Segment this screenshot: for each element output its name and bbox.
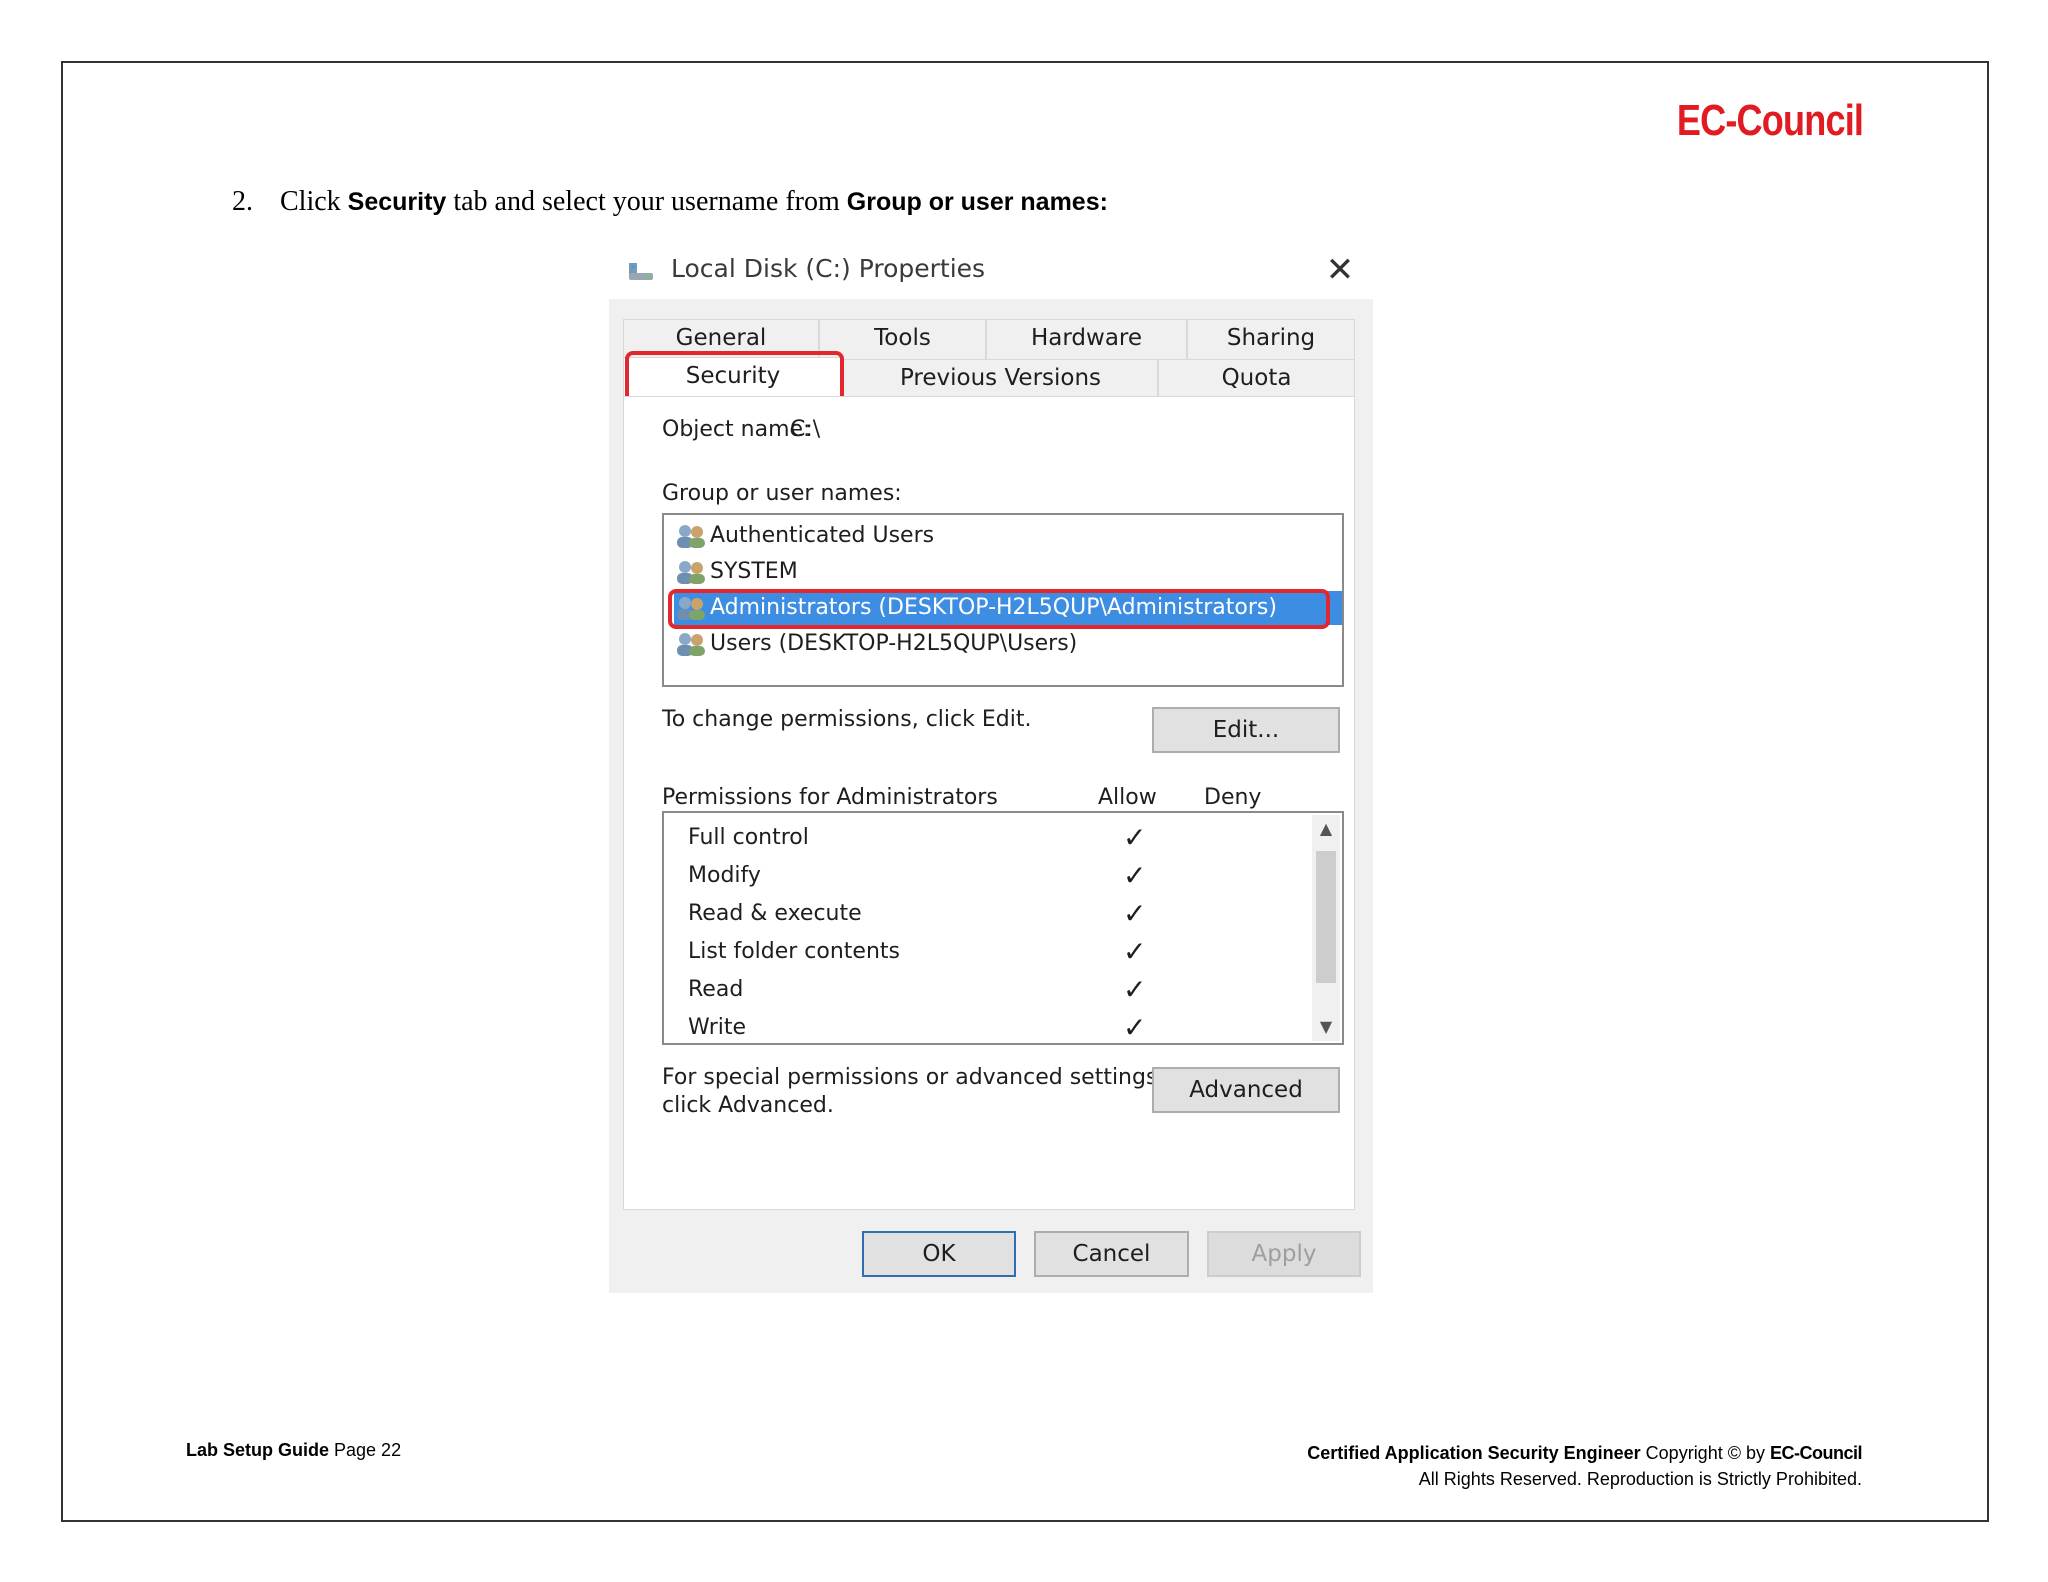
object-name-value: C:\ bbox=[790, 417, 821, 442]
tab-hardware[interactable]: Hardware bbox=[986, 319, 1187, 359]
edit-button[interactable]: Edit... bbox=[1152, 707, 1340, 753]
scroll-thumb[interactable] bbox=[1316, 851, 1336, 983]
properties-dialog: Local Disk (C:) Properties ✕ General Too… bbox=[609, 243, 1373, 1293]
permission-row: Read & execute ✓ bbox=[688, 895, 1308, 933]
check-icon: ✓ bbox=[1123, 973, 1147, 1006]
list-item[interactable]: Authenticated Users bbox=[674, 519, 1329, 553]
chevron-up-icon[interactable]: ▲ bbox=[1312, 815, 1340, 843]
permissions-label: Permissions for Administrators bbox=[662, 785, 998, 810]
allow-header: Allow bbox=[1098, 785, 1157, 810]
permissions-list[interactable]: Full control ✓ Modify ✓ Read & execute ✓ Li… bbox=[662, 811, 1344, 1045]
list-item[interactable]: SYSTEM bbox=[674, 555, 1329, 589]
change-permissions-text: To change permissions, click Edit. bbox=[662, 707, 1032, 732]
cancel-button[interactable]: Cancel bbox=[1034, 1231, 1189, 1277]
permission-name: List folder contents bbox=[688, 939, 900, 964]
tab-quota[interactable]: Quota bbox=[1158, 359, 1355, 397]
ok-button[interactable]: OK bbox=[862, 1231, 1016, 1277]
permission-row: Modify ✓ bbox=[688, 857, 1308, 895]
footer-logo: EC-Council bbox=[1770, 1443, 1863, 1463]
check-icon: ✓ bbox=[1123, 821, 1147, 854]
instruction-step: 2. Click Security tab and select your use… bbox=[232, 186, 1108, 218]
security-panel: Object name: C:\ Group or user names: Au… bbox=[623, 396, 1355, 1210]
close-icon[interactable]: ✕ bbox=[1317, 247, 1363, 293]
drive-icon bbox=[629, 263, 653, 280]
footer-page: Page 22 bbox=[329, 1440, 402, 1460]
deny-header: Deny bbox=[1204, 785, 1262, 810]
footer-copyright-line: Certified Application Security Engineer … bbox=[1307, 1440, 1862, 1466]
object-name-label: Object name: bbox=[662, 417, 811, 442]
footer-right: Certified Application Security Engineer … bbox=[1307, 1440, 1862, 1492]
permission-name: Read bbox=[688, 977, 744, 1002]
check-icon: ✓ bbox=[1123, 935, 1147, 968]
instruction-group: Group or user names: bbox=[846, 188, 1108, 216]
tab-previous-versions[interactable]: Previous Versions bbox=[843, 359, 1158, 397]
list-item[interactable]: Users (DESKTOP-H2L5QUP\Users) bbox=[674, 627, 1329, 661]
check-icon: ✓ bbox=[1123, 859, 1147, 892]
ec-council-logo: EC-Council bbox=[1676, 96, 1864, 145]
special-permissions-text-1: For special permissions or advanced sett… bbox=[662, 1065, 1165, 1090]
check-icon: ✓ bbox=[1123, 1011, 1147, 1044]
check-icon: ✓ bbox=[1123, 897, 1147, 930]
advanced-button[interactable]: Advanced bbox=[1152, 1067, 1340, 1113]
users-icon bbox=[677, 633, 705, 656]
users-icon bbox=[677, 561, 705, 584]
instruction-security: Security bbox=[347, 188, 447, 216]
user-name: Users (DESKTOP-H2L5QUP\Users) bbox=[710, 631, 1078, 656]
permission-name: Read & execute bbox=[688, 901, 862, 926]
dialog-title: Local Disk (C:) Properties bbox=[671, 254, 986, 283]
user-list[interactable]: Authenticated Users SYSTEM Administrator… bbox=[662, 513, 1344, 687]
chevron-down-icon[interactable]: ▼ bbox=[1312, 1013, 1340, 1041]
permissions-scrollbar[interactable]: ▲ ▼ bbox=[1312, 815, 1340, 1041]
footer-rights: All Rights Reserved. Reproduction is Str… bbox=[1418, 1469, 1862, 1489]
footer-left: Lab Setup Guide Page 22 bbox=[186, 1440, 401, 1461]
step-number: 2. bbox=[232, 186, 253, 217]
permission-row: Read ✓ bbox=[688, 971, 1308, 1009]
permission-row: List folder contents ✓ bbox=[688, 933, 1308, 971]
administrators-highlight bbox=[668, 589, 1330, 629]
apply-button[interactable]: Apply bbox=[1207, 1231, 1361, 1277]
tab-tools[interactable]: Tools bbox=[819, 319, 986, 359]
special-permissions-text-2: click Advanced. bbox=[662, 1093, 834, 1118]
user-name: Authenticated Users bbox=[710, 523, 935, 548]
dialog-titlebar: Local Disk (C:) Properties ✕ bbox=[609, 243, 1373, 299]
footer-guide: Lab Setup Guide bbox=[186, 1440, 330, 1460]
users-icon bbox=[677, 525, 705, 548]
permission-row: Write ✓ bbox=[688, 1009, 1308, 1047]
footer-course: Certified Application Security Engineer bbox=[1307, 1443, 1641, 1463]
group-label: Group or user names: bbox=[662, 481, 902, 506]
user-name: SYSTEM bbox=[710, 559, 798, 584]
permission-row: Full control ✓ bbox=[688, 819, 1308, 857]
instruction-text-1: Click bbox=[280, 186, 348, 217]
tab-sharing[interactable]: Sharing bbox=[1187, 319, 1355, 359]
instruction-text-2: tab and select your username from bbox=[446, 186, 847, 217]
permission-name: Write bbox=[688, 1015, 747, 1040]
permission-name: Modify bbox=[688, 863, 761, 888]
permission-name: Full control bbox=[688, 825, 809, 850]
footer-copyright: Copyright © by bbox=[1640, 1443, 1770, 1463]
